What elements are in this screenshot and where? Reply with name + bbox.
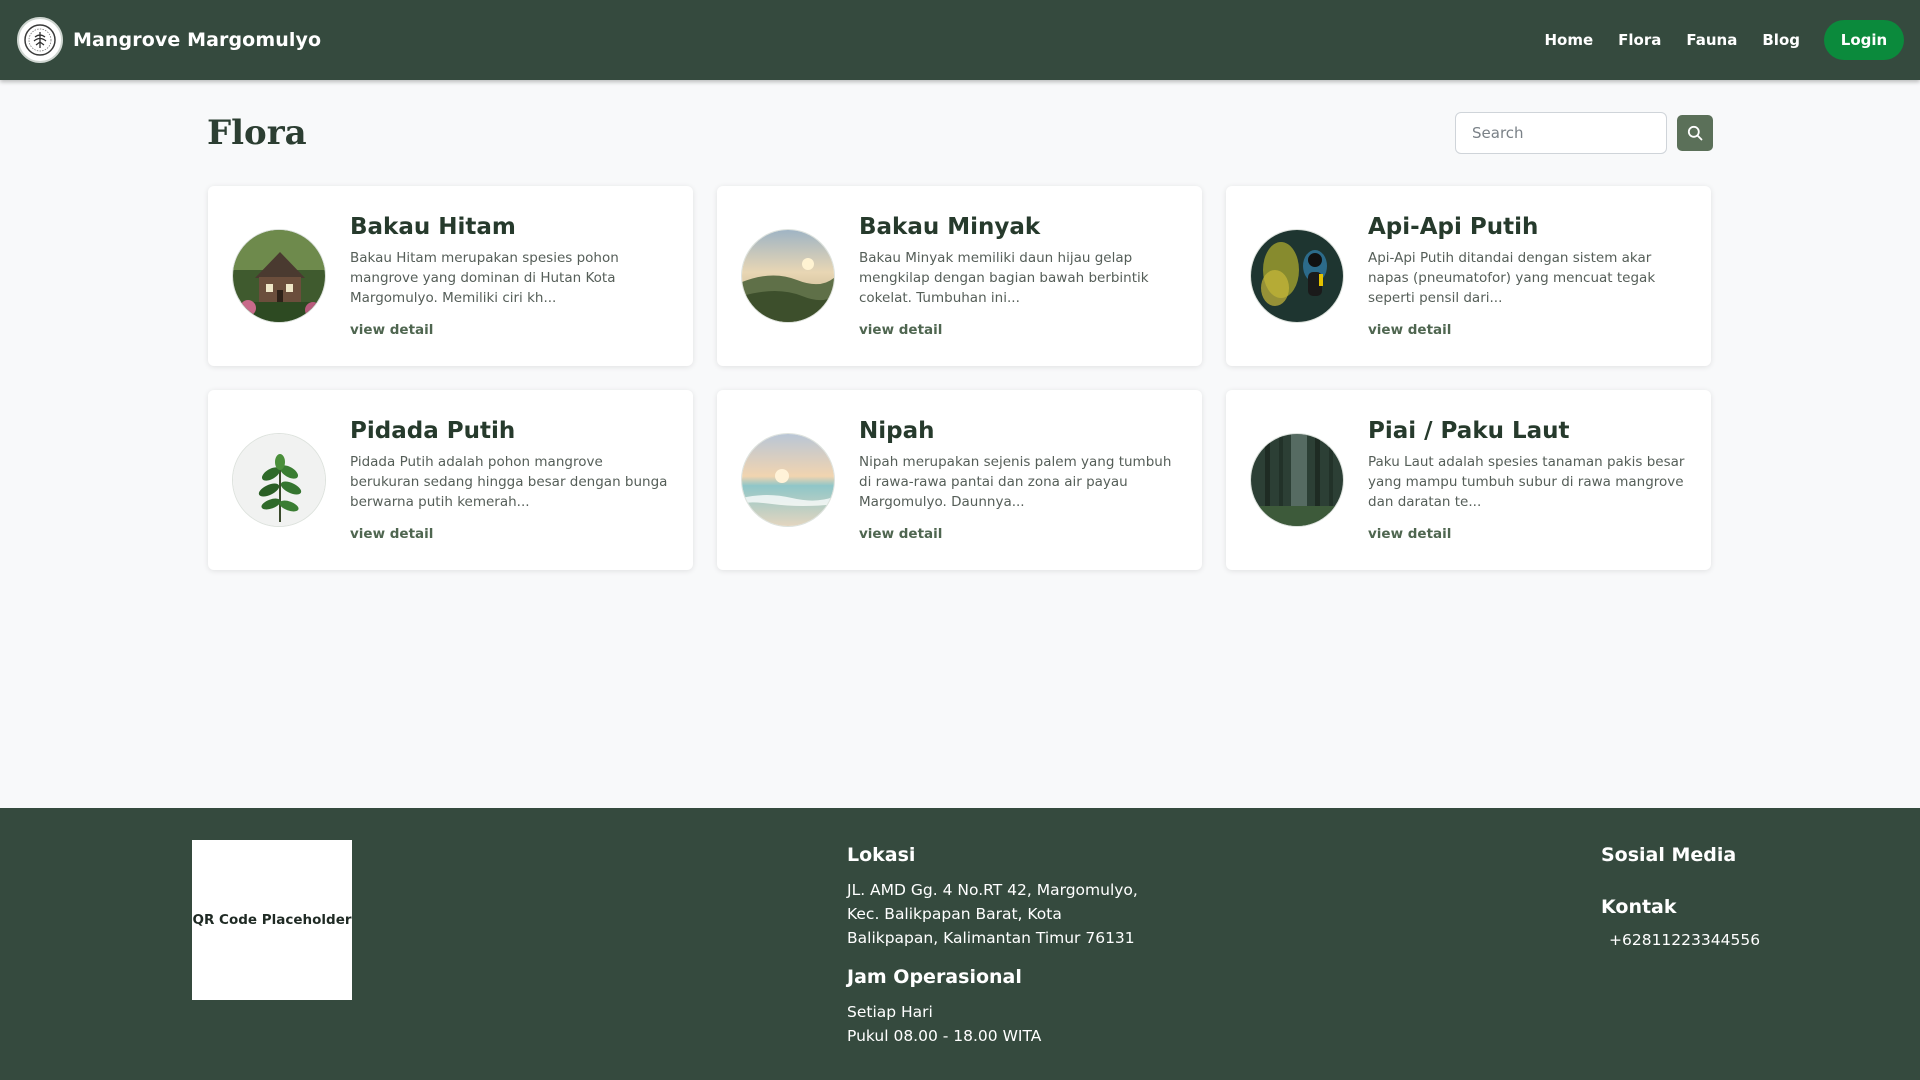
qr-code-placeholder: QR Code Placeholder — [192, 840, 352, 1000]
footer-location-column: Lokasi JL. AMD Gg. 4 No.RT 42, Margomuly… — [847, 842, 1177, 1048]
sosial-heading: Sosial Media — [1601, 844, 1737, 866]
card-body: Api-Api Putih Api-Api Putih ditandai den… — [1368, 214, 1687, 338]
nav-home[interactable]: Home — [1545, 31, 1594, 49]
flora-card: Bakau Hitam Bakau Hitam merupakan spesie… — [208, 186, 693, 366]
login-button[interactable]: Login — [1824, 20, 1904, 60]
card-description: Paku Laut adalah spesies tanaman pakis b… — [1368, 454, 1685, 510]
phone-number[interactable]: +62811223344556 — [1601, 928, 1901, 952]
view-detail-link[interactable]: view detail — [350, 526, 433, 542]
search-bar — [1455, 112, 1713, 154]
brand-name: Mangrove Margomulyo — [73, 29, 322, 51]
footer-social-column: Sosial Media Kontak +62811223344556 — [1601, 842, 1901, 952]
nav-blog[interactable]: Blog — [1762, 31, 1800, 49]
card-description: Nipah merupakan sejenis palem yang tumbu… — [859, 454, 1172, 510]
flora-card: Bakau Minyak Bakau Minyak memiliki daun … — [717, 186, 1202, 366]
card-title: Nipah — [859, 418, 935, 444]
card-title: Api-Api Putih — [1368, 214, 1539, 240]
kontak-heading: Kontak — [1601, 896, 1677, 918]
search-button[interactable] — [1677, 115, 1713, 151]
flora-thumbnail — [1250, 433, 1344, 527]
card-body: Piai / Paku Laut Paku Laut adalah spesie… — [1368, 418, 1687, 542]
card-title: Pidada Putih — [350, 418, 516, 444]
nav-flora[interactable]: Flora — [1618, 31, 1661, 49]
card-description: Pidada Putih adalah pohon mangrove beruk… — [350, 454, 668, 510]
search-icon — [1687, 125, 1703, 141]
search-input[interactable] — [1455, 112, 1667, 154]
view-detail-link[interactable]: view detail — [1368, 526, 1451, 542]
nav-links: Home Flora Fauna Blog Login — [1545, 20, 1904, 60]
card-title: Bakau Hitam — [350, 214, 516, 240]
card-title: Bakau Minyak — [859, 214, 1041, 240]
flora-card: Api-Api Putih Api-Api Putih ditandai den… — [1226, 186, 1711, 366]
view-detail-link[interactable]: view detail — [350, 322, 433, 338]
hours-line: Pukul 08.00 - 18.00 WITA — [847, 1027, 1042, 1045]
jam-heading: Jam Operasional — [847, 966, 1022, 988]
navbar: Mangrove Margomulyo Home Flora Fauna Blo… — [0, 0, 1920, 80]
address-line: Kec. Balikpapan Barat, Kota — [847, 905, 1062, 923]
card-body: Bakau Minyak Bakau Minyak memiliki daun … — [859, 214, 1178, 338]
view-detail-link[interactable]: view detail — [859, 322, 942, 338]
nav-fauna[interactable]: Fauna — [1686, 31, 1737, 49]
address-line: Balikpapan, Kalimantan Timur 76131 — [847, 929, 1135, 947]
view-detail-link[interactable]: view detail — [1368, 322, 1451, 338]
flora-thumbnail — [741, 229, 835, 323]
view-detail-link[interactable]: view detail — [859, 526, 942, 542]
flora-thumbnail — [1250, 229, 1344, 323]
footer: QR Code Placeholder Lokasi JL. AMD Gg. 4… — [0, 808, 1920, 1080]
flora-card-grid: Bakau Hitam Bakau Hitam merupakan spesie… — [208, 186, 1711, 570]
brand[interactable]: Mangrove Margomulyo — [17, 17, 321, 63]
page-title: Flora — [207, 113, 307, 153]
flora-thumbnail — [232, 433, 326, 527]
card-description: Bakau Minyak memiliki daun hijau gelap m… — [859, 250, 1149, 306]
card-body: Bakau Hitam Bakau Hitam merupakan spesie… — [350, 214, 669, 338]
flora-thumbnail — [741, 433, 835, 527]
lokasi-heading: Lokasi — [847, 844, 916, 866]
flora-card: Piai / Paku Laut Paku Laut adalah spesie… — [1226, 390, 1711, 570]
card-body: Pidada Putih Pidada Putih adalah pohon m… — [350, 418, 669, 542]
card-body: Nipah Nipah merupakan sejenis palem yang… — [859, 418, 1178, 542]
flora-thumbnail — [232, 229, 326, 323]
hours-line: Setiap Hari — [847, 1003, 933, 1021]
card-description: Api-Api Putih ditandai dengan sistem aka… — [1368, 250, 1656, 306]
logo-icon — [17, 17, 63, 63]
card-description: Bakau Hitam merupakan spesies pohon mang… — [350, 250, 619, 306]
card-title: Piai / Paku Laut — [1368, 418, 1570, 444]
flora-card: Nipah Nipah merupakan sejenis palem yang… — [717, 390, 1202, 570]
address-line: JL. AMD Gg. 4 No.RT 42, Margomulyo, — [847, 881, 1138, 899]
flora-card: Pidada Putih Pidada Putih adalah pohon m… — [208, 390, 693, 570]
